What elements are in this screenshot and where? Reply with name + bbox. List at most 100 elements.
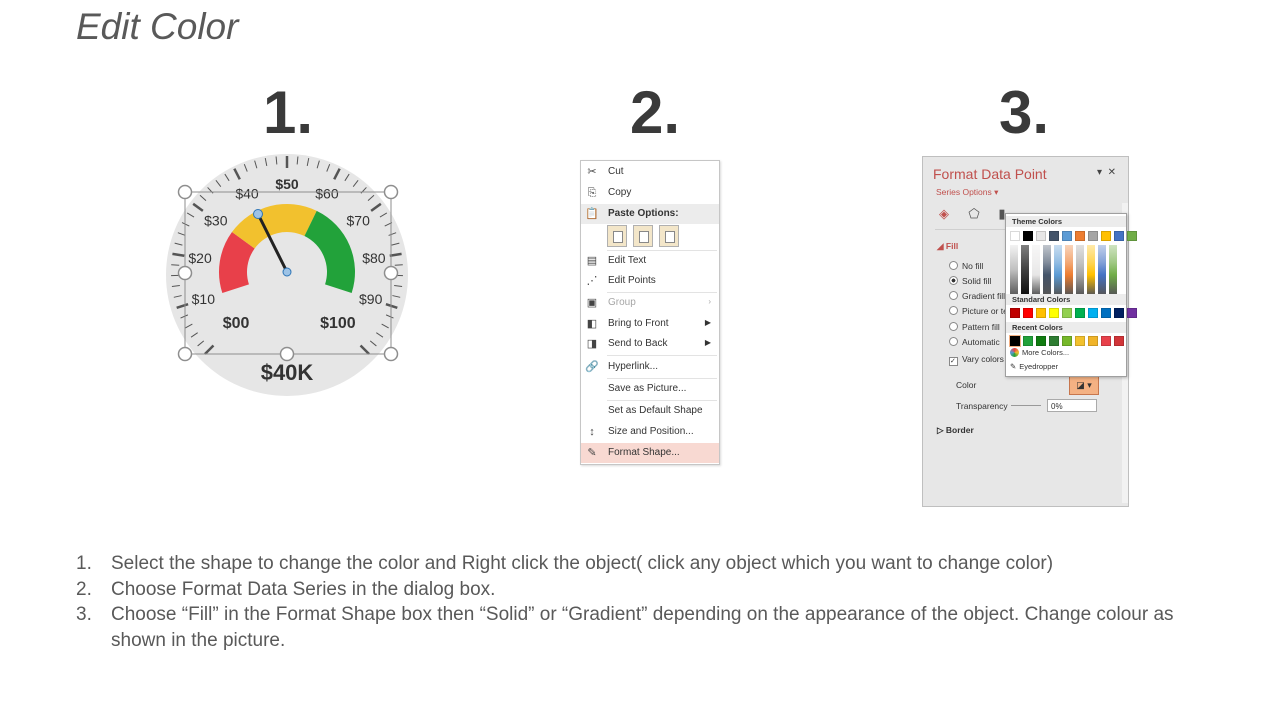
- standard-color-swatch[interactable]: [1036, 308, 1046, 318]
- pattern-fill-option[interactable]: Pattern fill: [949, 322, 1000, 332]
- theme-shade-column[interactable]: [1098, 245, 1106, 295]
- standard-color-swatch[interactable]: [1101, 308, 1111, 318]
- gauge-tick-label: $20: [188, 250, 212, 266]
- radio-button[interactable]: [949, 337, 958, 346]
- fill-color-button[interactable]: ◪ ▾: [1069, 376, 1099, 395]
- theme-shade-column[interactable]: [1043, 245, 1051, 295]
- theme-color-swatch[interactable]: [1010, 231, 1020, 241]
- theme-color-swatch[interactable]: [1023, 231, 1033, 241]
- theme-shade-column[interactable]: [1065, 245, 1073, 295]
- standard-color-swatch[interactable]: [1049, 308, 1059, 318]
- menu-item-cut[interactable]: ✂ Cut: [581, 162, 719, 182]
- theme-shade-column[interactable]: [1087, 245, 1095, 295]
- color-wheel-icon: [1010, 348, 1019, 357]
- eyedropper-link[interactable]: ✎ Eyedropper: [1010, 362, 1058, 371]
- radio-button[interactable]: [949, 306, 958, 315]
- paste-merge-icon[interactable]: [633, 225, 653, 247]
- picture-fill-option[interactable]: Picture or te: [949, 306, 1008, 316]
- theme-color-swatch[interactable]: [1088, 231, 1098, 241]
- radio-button[interactable]: [949, 291, 958, 300]
- menu-item-group[interactable]: ▣ Group ›: [581, 293, 719, 313]
- resize-handle-e[interactable]: [383, 265, 399, 281]
- theme-shade-column[interactable]: [1109, 245, 1117, 295]
- menu-item-set-default-shape[interactable]: Set as Default Shape: [581, 401, 719, 421]
- needle-tip-handle[interactable]: [253, 209, 263, 219]
- resize-handle-sw[interactable]: [177, 346, 193, 362]
- theme-color-swatch[interactable]: [1036, 231, 1046, 241]
- standard-color-swatch[interactable]: [1023, 308, 1033, 318]
- effects-tab-icon[interactable]: ⬠: [965, 205, 983, 223]
- no-fill-option[interactable]: No fill: [949, 261, 983, 271]
- dropdown-arrow-icon[interactable]: ▾: [1097, 167, 1102, 178]
- recent-color-swatch[interactable]: [1101, 336, 1111, 346]
- menu-item-hyperlink[interactable]: 🔗 Hyperlink...: [581, 357, 719, 377]
- menu-item-edit-text[interactable]: ▤ Edit Text: [581, 251, 719, 271]
- solid-fill-option[interactable]: Solid fill: [949, 276, 991, 286]
- vary-colors-checkbox[interactable]: ✓ Vary colors b: [949, 354, 1011, 366]
- checkbox-checked[interactable]: ✓: [949, 357, 958, 366]
- close-icon[interactable]: ✕: [1108, 167, 1116, 178]
- fill-section-header[interactable]: ◢ Fill: [937, 241, 958, 252]
- recent-color-swatch[interactable]: [1009, 335, 1021, 347]
- radio-button-selected[interactable]: [949, 276, 958, 285]
- menu-item-bring-to-front[interactable]: ◧ Bring to Front ▶: [581, 314, 719, 334]
- radio-button[interactable]: [949, 261, 958, 270]
- theme-color-swatch[interactable]: [1114, 231, 1124, 241]
- menu-item-copy[interactable]: ⎘ Copy: [581, 183, 719, 203]
- standard-color-swatch[interactable]: [1062, 308, 1072, 318]
- menu-item-size-and-position[interactable]: ↕ Size and Position...: [581, 422, 719, 442]
- theme-shade-column[interactable]: [1010, 245, 1018, 295]
- theme-color-swatch[interactable]: [1127, 231, 1137, 241]
- gauge-tick-label: $60: [315, 186, 339, 202]
- speedometer-gauge[interactable]: $00 $10 $20 $30 $40 $50 $60 $70 $80 $90 $100 $40K: [160, 150, 410, 400]
- recent-color-swatch[interactable]: [1075, 336, 1085, 346]
- theme-color-swatch[interactable]: [1101, 231, 1111, 241]
- theme-color-swatch[interactable]: [1075, 231, 1085, 241]
- gauge-tick-label: $80: [362, 250, 386, 266]
- radio-button[interactable]: [949, 322, 958, 331]
- recent-colors-row: [1009, 335, 1124, 347]
- resize-handle-w[interactable]: [177, 265, 193, 281]
- resize-handle-se[interactable]: [383, 346, 399, 362]
- standard-color-swatch[interactable]: [1127, 308, 1137, 318]
- recent-color-swatch[interactable]: [1088, 336, 1098, 346]
- standard-color-swatch[interactable]: [1114, 308, 1124, 318]
- more-colors-link[interactable]: More Colors...: [1010, 348, 1069, 357]
- recent-color-swatch[interactable]: [1036, 336, 1046, 346]
- recent-color-swatch[interactable]: [1114, 336, 1124, 346]
- menu-item-edit-points[interactable]: ⋰ Edit Points: [581, 271, 719, 291]
- automatic-option[interactable]: Automatic: [949, 337, 1000, 347]
- paste-keep-source-icon[interactable]: [607, 225, 627, 247]
- standard-color-swatch[interactable]: [1088, 308, 1098, 318]
- transparency-slider[interactable]: [1011, 405, 1041, 406]
- resize-handle-nw[interactable]: [177, 184, 193, 200]
- pane-controls[interactable]: ▾ ✕: [1097, 167, 1116, 178]
- gradient-fill-option[interactable]: Gradient fill: [949, 291, 1005, 301]
- paste-picture-icon[interactable]: [659, 225, 679, 247]
- standard-color-swatch[interactable]: [1010, 308, 1020, 318]
- standard-color-swatch[interactable]: [1075, 308, 1085, 318]
- theme-color-swatch[interactable]: [1049, 231, 1059, 241]
- recent-color-swatch[interactable]: [1023, 336, 1033, 346]
- theme-shade-column[interactable]: [1076, 245, 1084, 295]
- menu-item-send-to-back[interactable]: ◨ Send to Back ▶: [581, 334, 719, 354]
- recent-color-swatch[interactable]: [1049, 336, 1059, 346]
- submenu-arrow-icon: ›: [708, 297, 711, 306]
- series-options-dropdown[interactable]: Series Options ▾: [936, 187, 998, 198]
- border-section-header[interactable]: ▷ Border: [937, 425, 974, 436]
- theme-shade-column[interactable]: [1032, 245, 1040, 295]
- copy-icon: ⎘: [587, 187, 597, 199]
- resize-handle-s[interactable]: [279, 346, 295, 362]
- menu-item-save-as-picture[interactable]: Save as Picture...: [581, 379, 719, 399]
- theme-color-swatch[interactable]: [1062, 231, 1072, 241]
- menu-item-format-shape[interactable]: ✎ Format Shape...: [581, 443, 719, 463]
- fill-line-tab-icon[interactable]: ◈: [935, 205, 953, 223]
- theme-shade-column[interactable]: [1021, 245, 1029, 295]
- menu-separator: [607, 355, 717, 356]
- transparency-input[interactable]: 0%: [1047, 399, 1097, 412]
- recent-color-swatch[interactable]: [1062, 336, 1072, 346]
- resize-handle-ne[interactable]: [383, 184, 399, 200]
- gauge-graphic[interactable]: $00 $10 $20 $30 $40 $50 $60 $70 $80 $90$100 $40K: [160, 150, 410, 400]
- standard-colors-row: [1010, 308, 1137, 318]
- theme-shade-column[interactable]: [1054, 245, 1062, 295]
